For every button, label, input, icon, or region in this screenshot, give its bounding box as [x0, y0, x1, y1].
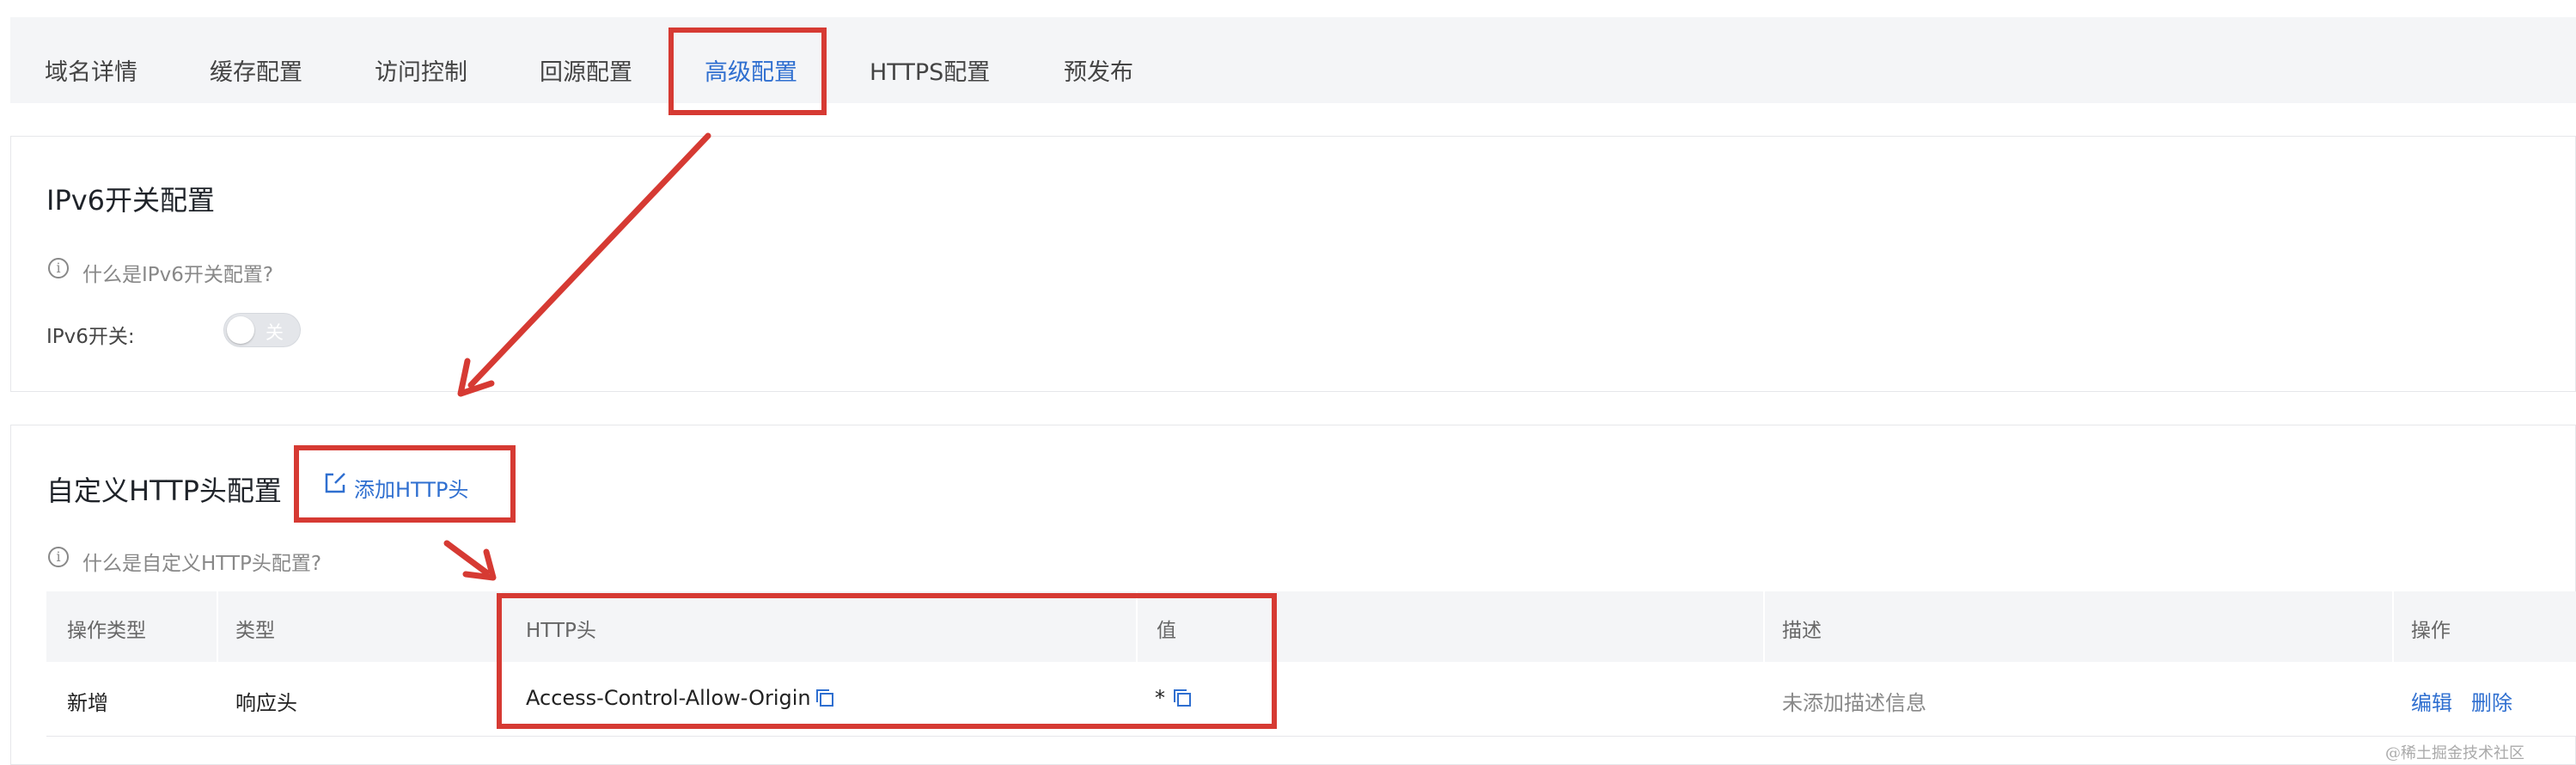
watermark: @稀土掘金技术社区 — [2385, 744, 2524, 762]
annotation-arrow — [443, 132, 711, 581]
